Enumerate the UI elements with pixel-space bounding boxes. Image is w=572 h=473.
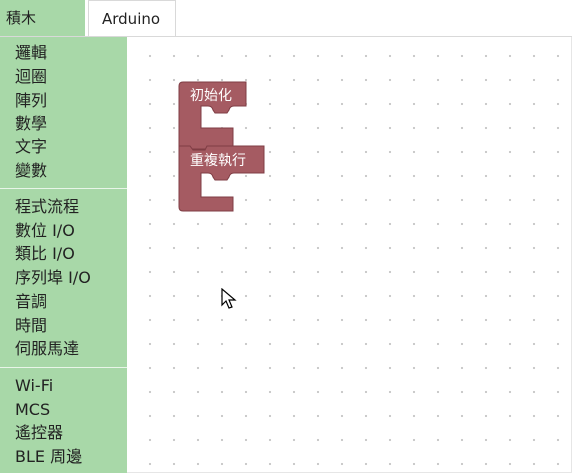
toolbox-category-tone[interactable]: 音調	[15, 292, 47, 312]
toolbox-separator	[0, 188, 127, 189]
toolbox-category-variables[interactable]: 變數	[15, 161, 47, 181]
toolbox-category-logic[interactable]: 邏輯	[15, 43, 47, 63]
toolbox-category-time[interactable]: 時間	[15, 316, 47, 336]
toolbox-category-mcs[interactable]: MCS	[15, 400, 50, 420]
editor-tab-bar: 積木 Arduino	[0, 0, 572, 37]
toolbox-category-analog-io[interactable]: 類比 I/O	[15, 244, 75, 264]
toolbox-category-wifi[interactable]: Wi-Fi	[15, 376, 53, 396]
tab-arduino[interactable]: Arduino	[88, 0, 176, 36]
setup-block-label: 初始化	[190, 88, 232, 104]
toolbox-sidebar: 邏輯 迴圈 陣列 數學 文字 變數 程式流程 數位 I/O 類比 I/O 序列埠…	[0, 37, 127, 473]
toolbox-category-math[interactable]: 數學	[15, 114, 47, 134]
toolbox-category-arrays[interactable]: 陣列	[15, 91, 47, 111]
toolbox-category-text[interactable]: 文字	[15, 137, 47, 157]
mouse-pointer-icon	[221, 288, 237, 309]
toolbox-category-loops[interactable]: 迴圈	[15, 67, 47, 87]
toolbox-category-ble[interactable]: BLE 周邊	[15, 447, 82, 467]
loop-block-label: 重複執行	[190, 153, 246, 169]
toolbox-separator	[0, 367, 127, 368]
toolbox-category-remote[interactable]: 遙控器	[15, 423, 63, 443]
toolbox-category-control[interactable]: 程式流程	[15, 197, 79, 217]
toolbox-category-serial-io[interactable]: 序列埠 I/O	[15, 268, 91, 288]
toolbox-category-digital-io[interactable]: 數位 I/O	[15, 221, 75, 241]
tab-blocks[interactable]: 積木	[0, 0, 85, 36]
toolbox-category-servo[interactable]: 伺服馬達	[15, 339, 79, 359]
